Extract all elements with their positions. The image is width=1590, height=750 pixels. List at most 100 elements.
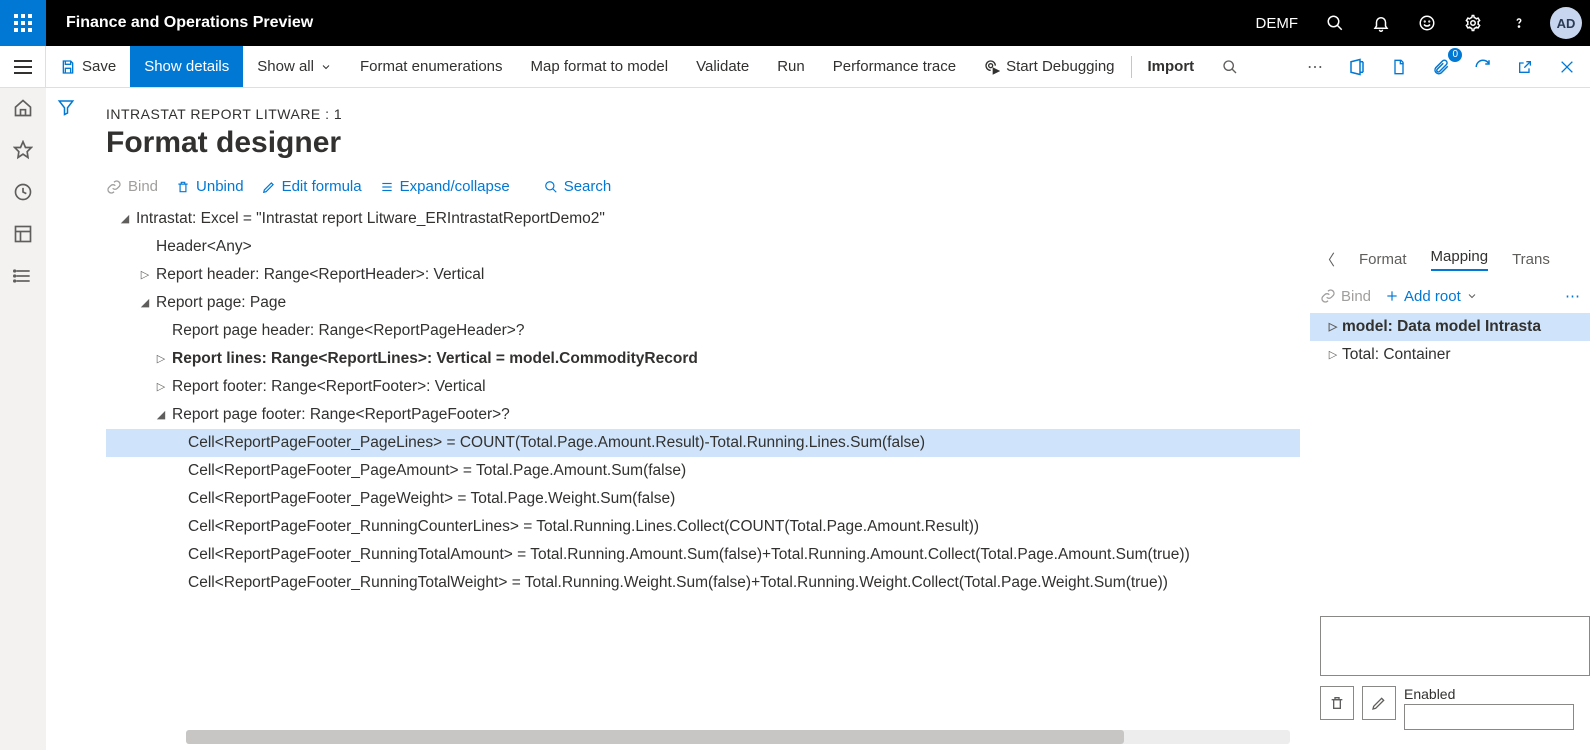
save-button[interactable]: Save <box>46 46 130 87</box>
search-icon <box>544 180 558 194</box>
collapse-icon[interactable]: ◢ <box>116 205 134 233</box>
import-button[interactable]: Import <box>1134 46 1209 87</box>
tab-transformations[interactable]: Trans <box>1512 251 1550 268</box>
format-enumerations-button[interactable]: Format enumerations <box>346 46 517 87</box>
right-panel: 〈 Format Mapping Trans Bind Add root <box>1310 88 1590 750</box>
company-selector[interactable]: DEMF <box>1242 15 1313 32</box>
mapping-row-selected[interactable]: ▷model: Data model Intrasta <box>1310 313 1590 341</box>
workspaces-icon[interactable] <box>13 224 33 244</box>
gear-icon[interactable] <box>1450 0 1496 46</box>
tree-row[interactable]: Cell<ReportPageFooter_RunningTotalWeight… <box>106 569 1300 597</box>
tree-row[interactable]: Header<Any> <box>106 233 1300 261</box>
validate-button[interactable]: Validate <box>682 46 763 87</box>
mapping-row[interactable]: ▷Total: Container <box>1310 341 1590 369</box>
chevron-down-icon <box>320 61 332 73</box>
tree-row[interactable]: ▷Report header: Range<ReportHeader>: Ver… <box>106 261 1300 289</box>
horizontal-scrollbar[interactable] <box>186 730 1290 744</box>
start-debugging-button[interactable]: Start Debugging <box>970 46 1128 87</box>
help-icon[interactable] <box>1496 0 1542 46</box>
trash-icon <box>176 179 190 195</box>
recent-icon[interactable] <box>13 182 33 202</box>
right-panel-bottom: Enabled <box>1320 616 1590 730</box>
document-icon[interactable] <box>1382 50 1416 84</box>
save-label: Save <box>82 58 116 75</box>
tree-row[interactable]: ▷Report lines: Range<ReportLines>: Verti… <box>106 345 1300 373</box>
collapse-icon[interactable]: ◢ <box>152 401 170 429</box>
refresh-icon[interactable] <box>1466 50 1500 84</box>
tree-row-selected[interactable]: Cell<ReportPageFooter_PageLines> = COUNT… <box>106 429 1300 457</box>
tree-row[interactable]: Cell<ReportPageFooter_PageAmount> = Tota… <box>106 457 1300 485</box>
cmdbar-search-button[interactable] <box>1208 46 1252 87</box>
tree-row[interactable]: ◢Intrastat: Excel = "Intrastat report Li… <box>106 205 1300 233</box>
favorites-icon[interactable] <box>13 140 33 160</box>
attachments-icon[interactable] <box>1424 50 1458 84</box>
right-tabs: 〈 Format Mapping Trans <box>1310 248 1590 279</box>
format-tree: ◢Intrastat: Excel = "Intrastat report Li… <box>106 205 1300 597</box>
designer-panel: INTRASTAT REPORT LITWARE : 1 Format desi… <box>86 88 1310 750</box>
edit-button[interactable] <box>1362 686 1396 720</box>
expand-icon[interactable]: ▷ <box>152 373 170 401</box>
format-toolbar: Bind Unbind Edit formula <box>106 178 1300 195</box>
filter-icon[interactable] <box>57 98 75 750</box>
smile-icon[interactable] <box>1404 0 1450 46</box>
mapping-more-icon[interactable]: ⋯ <box>1565 287 1580 305</box>
tree-row[interactable]: Report page header: Range<ReportPageHead… <box>106 317 1300 345</box>
chevron-left-icon[interactable]: 〈 <box>1320 249 1335 270</box>
run-button[interactable]: Run <box>763 46 819 87</box>
home-icon[interactable] <box>13 98 33 118</box>
show-details-button[interactable]: Show details <box>130 46 243 87</box>
search-icon[interactable] <box>1312 0 1358 46</box>
collapse-icon[interactable]: ◢ <box>136 289 154 317</box>
modules-icon[interactable] <box>13 266 33 286</box>
map-format-to-model-button[interactable]: Map format to model <box>517 46 683 87</box>
tree-row[interactable]: ◢Report page: Page <box>106 289 1300 317</box>
mapping-bind-button: Bind <box>1320 288 1371 305</box>
mapping-tree: ▷model: Data model Intrasta ▷Total: Cont… <box>1310 313 1590 369</box>
expand-collapse-button[interactable]: Expand/collapse <box>380 178 510 195</box>
tree-row[interactable]: Cell<ReportPageFooter_RunningTotalAmount… <box>106 541 1300 569</box>
pencil-icon <box>262 180 276 194</box>
tree-row[interactable]: ▷Report footer: Range<ReportFooter>: Ver… <box>106 373 1300 401</box>
page-title: Format designer <box>106 126 1300 160</box>
tree-row[interactable]: ◢Report page footer: Range<ReportPageFoo… <box>106 401 1300 429</box>
expand-icon[interactable]: ▷ <box>1324 341 1342 369</box>
link-icon <box>1320 288 1336 304</box>
breadcrumb: INTRASTAT REPORT LITWARE : 1 <box>106 106 1300 122</box>
popout-icon[interactable] <box>1508 50 1542 84</box>
search-button[interactable]: Search <box>544 178 612 195</box>
tab-mapping[interactable]: Mapping <box>1431 248 1489 271</box>
filter-column <box>46 88 86 750</box>
formula-textarea[interactable] <box>1320 616 1590 676</box>
enabled-input[interactable] <box>1404 704 1574 730</box>
left-nav-rail <box>0 88 46 750</box>
tree-row[interactable]: Cell<ReportPageFooter_RunningCounterLine… <box>106 513 1300 541</box>
office-icon[interactable] <box>1340 50 1374 84</box>
list-icon <box>380 180 394 194</box>
delete-button[interactable] <box>1320 686 1354 720</box>
app-title: Finance and Operations Preview <box>46 14 333 32</box>
plus-icon <box>1385 289 1399 303</box>
close-icon[interactable] <box>1550 50 1584 84</box>
expand-icon[interactable]: ▷ <box>1324 313 1342 341</box>
expand-icon[interactable]: ▷ <box>152 345 170 373</box>
command-bar: Save Show details Show all Format enumer… <box>0 46 1590 88</box>
unbind-button[interactable]: Unbind <box>176 178 244 195</box>
gear-play-icon <box>984 59 1000 75</box>
add-root-button[interactable]: Add root <box>1385 288 1478 305</box>
mapping-toolbar: Bind Add root ⋯ <box>1310 279 1590 313</box>
menu-toggle-button[interactable] <box>0 46 46 87</box>
performance-trace-button[interactable]: Performance trace <box>819 46 970 87</box>
expand-icon[interactable]: ▷ <box>136 261 154 289</box>
tab-format[interactable]: Format <box>1359 251 1407 268</box>
show-all-label: Show all <box>257 58 314 75</box>
tree-row[interactable]: Cell<ReportPageFooter_PageWeight> = Tota… <box>106 485 1300 513</box>
show-all-button[interactable]: Show all <box>243 46 346 87</box>
avatar[interactable]: AD <box>1550 7 1582 39</box>
bell-icon[interactable] <box>1358 0 1404 46</box>
show-details-label: Show details <box>144 58 229 75</box>
app-launcher-button[interactable] <box>0 0 46 46</box>
top-bar: Finance and Operations Preview DEMF AD <box>0 0 1590 46</box>
edit-formula-button[interactable]: Edit formula <box>262 178 362 195</box>
waffle-icon <box>14 14 32 32</box>
more-icon[interactable]: ⋯ <box>1298 50 1332 84</box>
